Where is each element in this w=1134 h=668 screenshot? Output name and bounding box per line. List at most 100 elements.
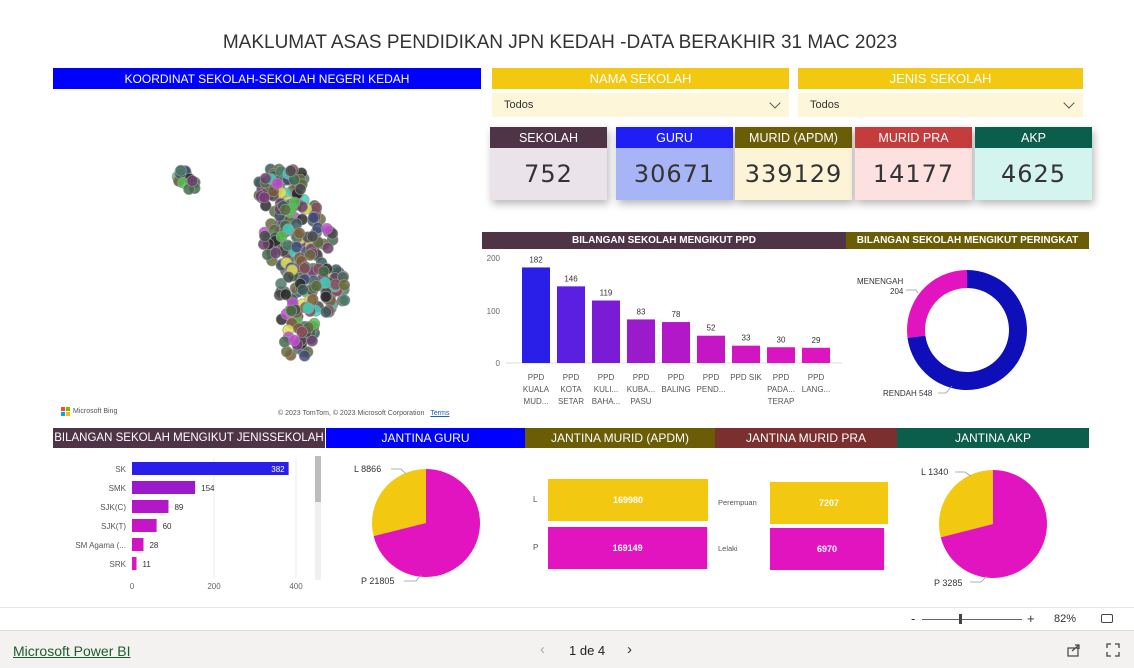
leader-line xyxy=(391,468,407,475)
school-location-marker xyxy=(279,288,292,301)
school-location-marker xyxy=(258,191,271,204)
ppd-bar-chart[interactable]: 200 100 0 182 PPD KUALA MUD... 146 PPD KOTA SET… xyxy=(482,249,846,419)
y-tick: 100 xyxy=(487,307,501,316)
card-label: MURID (APDM) xyxy=(735,127,852,148)
peringkat-chart-header: BILANGAN SEKOLAH MENGIKUT PERINGKAT xyxy=(846,232,1089,249)
school-location-marker xyxy=(320,291,332,303)
card-label: SEKOLAH xyxy=(490,127,607,148)
school-location-marker xyxy=(296,283,309,296)
data-label: 89 xyxy=(174,503,183,512)
card-label: AKP xyxy=(975,127,1092,148)
scrollbar-thumb[interactable] xyxy=(315,456,321,502)
prev-page-icon[interactable]: ‹ xyxy=(540,641,545,658)
school-location-marker xyxy=(307,212,320,224)
card-value: 30671 xyxy=(616,148,733,200)
share-icon[interactable] xyxy=(1067,643,1081,657)
jantina-akp-header: JANTINA AKP xyxy=(897,428,1089,448)
data-label: 30 xyxy=(777,335,786,344)
donut-slice-menengah[interactable] xyxy=(907,270,967,338)
school-location-marker xyxy=(306,230,319,243)
jantina-akp-pie[interactable]: L 1340 P 3285 xyxy=(897,450,1089,600)
data-label: 11 xyxy=(143,560,152,569)
data-label: 6970 xyxy=(817,544,837,554)
school-location-marker xyxy=(271,177,284,190)
school-location-marker xyxy=(282,271,295,283)
zoom-slider-thumb[interactable] xyxy=(959,614,962,624)
bar-4[interactable] xyxy=(627,319,655,363)
fullscreen-icon[interactable] xyxy=(1106,643,1120,657)
jantina-guru-pie[interactable]: L 8866 P 21805 xyxy=(326,450,525,600)
power-bi-link[interactable]: Microsoft Power BI xyxy=(13,643,130,659)
card-value: 752 xyxy=(490,148,607,200)
data-label: 154 xyxy=(201,484,215,493)
bing-attribution: Microsoft Bing xyxy=(61,407,117,416)
label-guru-l: L 8866 xyxy=(354,464,381,474)
school-location-marker xyxy=(275,230,288,243)
bar-6[interactable] xyxy=(697,335,725,363)
fit-to-page-icon[interactable] xyxy=(1101,614,1113,623)
bar-5[interactable] xyxy=(132,538,144,551)
jantina-guru-header: JANTINA GURU xyxy=(326,428,525,448)
slicer-nama-sekolah-header: NAMA SEKOLAH xyxy=(492,68,789,89)
peringkat-donut-chart[interactable]: MENENGAH 204 RENDAH 548 xyxy=(846,249,1089,419)
label-guru-p: P 21805 xyxy=(361,576,394,586)
category-label: SRK xyxy=(110,560,127,569)
cat-murid-l: L xyxy=(533,495,538,504)
next-page-icon[interactable]: › xyxy=(627,641,632,658)
bar-4[interactable] xyxy=(132,519,157,532)
jantina-murid-bar[interactable]: L P 169980 169149 xyxy=(525,450,715,600)
category-label: PPD xyxy=(773,373,790,382)
bar-6[interactable] xyxy=(132,557,137,570)
bar-5[interactable] xyxy=(662,322,690,363)
label-menengah: MENENGAH xyxy=(857,277,903,286)
jenis-bar-chart[interactable]: 0 200 400 SK 382 SMK 154 SJK(C) 89 SJK(T) 60 SM … xyxy=(53,450,325,600)
school-location-marker xyxy=(293,227,306,240)
school-location-marker xyxy=(322,242,334,254)
slicer-nama-sekolah-dropdown[interactable]: Todos xyxy=(492,93,789,117)
y-tick: 200 xyxy=(487,254,501,263)
bar-1[interactable] xyxy=(522,267,550,363)
footer-bar: Microsoft Power BI ‹ 1 de 4 › xyxy=(0,630,1134,668)
school-location-marker xyxy=(296,326,308,338)
zoom-out-button[interactable]: - xyxy=(911,611,915,626)
category-label: PPD xyxy=(633,373,650,382)
bar-3[interactable] xyxy=(132,500,169,513)
chevron-down-icon xyxy=(769,96,781,109)
bar-7[interactable] xyxy=(732,345,760,363)
bar-3[interactable] xyxy=(592,300,620,363)
card-label: GURU xyxy=(616,127,733,148)
bar-2[interactable] xyxy=(557,286,585,363)
category-label: PASU xyxy=(630,397,651,406)
bar-8[interactable] xyxy=(767,347,795,363)
school-location-marker xyxy=(290,241,303,253)
cat-pra-perempuan: Perempuan xyxy=(718,498,757,507)
school-coordinates-map[interactable]: Microsoft Bing © 2023 TomTom, © 2023 Mic… xyxy=(53,89,466,421)
school-location-marker xyxy=(320,306,332,318)
school-location-marker xyxy=(298,262,311,275)
card-value: 4625 xyxy=(975,148,1092,200)
data-label: 382 xyxy=(271,465,285,474)
ppd-chart-header: BILANGAN SEKOLAH MENGIKUT PPD xyxy=(482,232,846,249)
report-title: MAKLUMAT ASAS PENDIDIKAN JPN KEDAH -DATA… xyxy=(222,32,898,53)
category-label: BALING xyxy=(661,385,690,394)
slicer-jenis-sekolah-dropdown[interactable]: Todos xyxy=(798,93,1083,117)
bar-1[interactable] xyxy=(132,462,289,475)
jantina-pra-bar[interactable]: Perempuan Lelaki 7207 6970 xyxy=(715,450,897,600)
leader-line xyxy=(906,289,919,294)
bing-label: Microsoft Bing xyxy=(73,408,118,415)
cat-pra-lelaki: Lelaki xyxy=(718,544,738,553)
category-label: SM Agama (... xyxy=(75,541,126,550)
map-canvas[interactable] xyxy=(53,89,466,421)
zoom-slider[interactable] xyxy=(922,619,1022,620)
category-label: MUD... xyxy=(524,397,549,406)
map-terms-link[interactable]: Terms xyxy=(430,410,449,417)
zoom-in-button[interactable]: + xyxy=(1027,611,1035,626)
jantina-murid-header: JANTINA MURID (APDM) xyxy=(525,428,715,448)
school-location-marker xyxy=(269,247,282,259)
bar-2[interactable] xyxy=(132,481,196,494)
category-label: PPD SIK xyxy=(730,373,762,382)
map-copyright-text: © 2023 TomTom, © 2023 Microsoft Corporat… xyxy=(278,410,425,417)
card-value: 339129 xyxy=(735,148,852,200)
map-copyright: © 2023 TomTom, © 2023 Microsoft Corporat… xyxy=(278,410,449,417)
bar-9[interactable] xyxy=(802,347,830,363)
